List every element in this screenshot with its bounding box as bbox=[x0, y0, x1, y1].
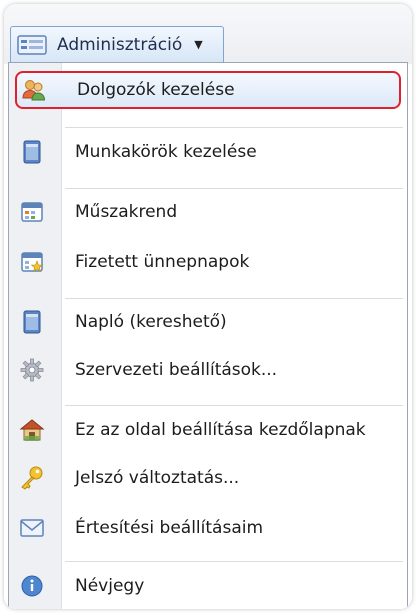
key-icon bbox=[19, 465, 45, 491]
menu-item-dolgozok-kezelese[interactable]: Dolgozók kezelése bbox=[15, 71, 401, 109]
menu-separator bbox=[65, 561, 403, 562]
menu-item-nevjegy[interactable]: Névjegy bbox=[15, 567, 401, 605]
users-icon bbox=[21, 77, 47, 103]
admin-panel-icon bbox=[17, 34, 47, 56]
menu-item-label: Napló (kereshető) bbox=[75, 312, 227, 332]
caret-down-icon: ▼ bbox=[194, 38, 203, 51]
menu-separator bbox=[65, 298, 403, 299]
gear-icon bbox=[19, 357, 45, 383]
envelope-icon bbox=[19, 515, 45, 541]
menu-item-szervezeti-beallitasok[interactable]: Szervezeti beállítások... bbox=[15, 351, 401, 389]
menu-item-label: Szervezeti beállítások... bbox=[75, 360, 278, 380]
menu-separator bbox=[65, 405, 403, 406]
menu-item-label: Dolgozók kezelése bbox=[77, 80, 235, 100]
menu-item-label: Fizetett ünnepnapok bbox=[75, 252, 250, 272]
menu-item-muszakrend[interactable]: Műszakrend bbox=[15, 193, 401, 231]
menu-item-ertesitesi-beallitasaim[interactable]: Értesítési beállításaim bbox=[15, 509, 401, 547]
menu-item-label: Műszakrend bbox=[75, 202, 178, 222]
menu-item-kezdolap[interactable]: Ez az oldal beállítása kezdőlapnak bbox=[15, 411, 401, 449]
menu-separator bbox=[65, 188, 403, 189]
menu-item-jelszo-valtoztatas[interactable]: Jelszó változtatás... bbox=[15, 459, 401, 497]
calendar-icon bbox=[19, 199, 45, 225]
menu-bar: Adminisztráció ▼ bbox=[4, 4, 412, 64]
log-book-icon bbox=[19, 309, 45, 335]
menu-separator bbox=[65, 127, 403, 128]
menu-item-munkakorok-kezelese[interactable]: Munkakörök kezelése bbox=[15, 133, 401, 171]
calendar-star-icon bbox=[19, 249, 45, 275]
admin-menu-title: Adminisztráció bbox=[57, 34, 183, 55]
home-icon bbox=[19, 417, 45, 443]
menu-item-label: Értesítési beállításaim bbox=[75, 518, 264, 538]
menu-item-naplo[interactable]: Napló (kereshető) bbox=[15, 303, 401, 341]
admin-menu-button[interactable]: Adminisztráció ▼ bbox=[10, 26, 224, 62]
menu-window: Adminisztráció ▼ Dolgozók kezelése Munka… bbox=[4, 4, 412, 609]
menu-item-label: Névjegy bbox=[75, 576, 145, 596]
menu-item-label: Munkakörök kezelése bbox=[75, 142, 257, 162]
menu-item-fizetett-unnepnapok[interactable]: Fizetett ünnepnapok bbox=[15, 243, 401, 281]
menu-item-label: Ez az oldal beállítása kezdőlapnak bbox=[75, 420, 366, 440]
document-icon bbox=[19, 139, 45, 165]
info-icon bbox=[19, 573, 45, 599]
menu-item-label: Jelszó változtatás... bbox=[75, 468, 240, 488]
admin-dropdown-menu: Dolgozók kezelése Munkakörök kezelése Mű… bbox=[8, 62, 408, 609]
